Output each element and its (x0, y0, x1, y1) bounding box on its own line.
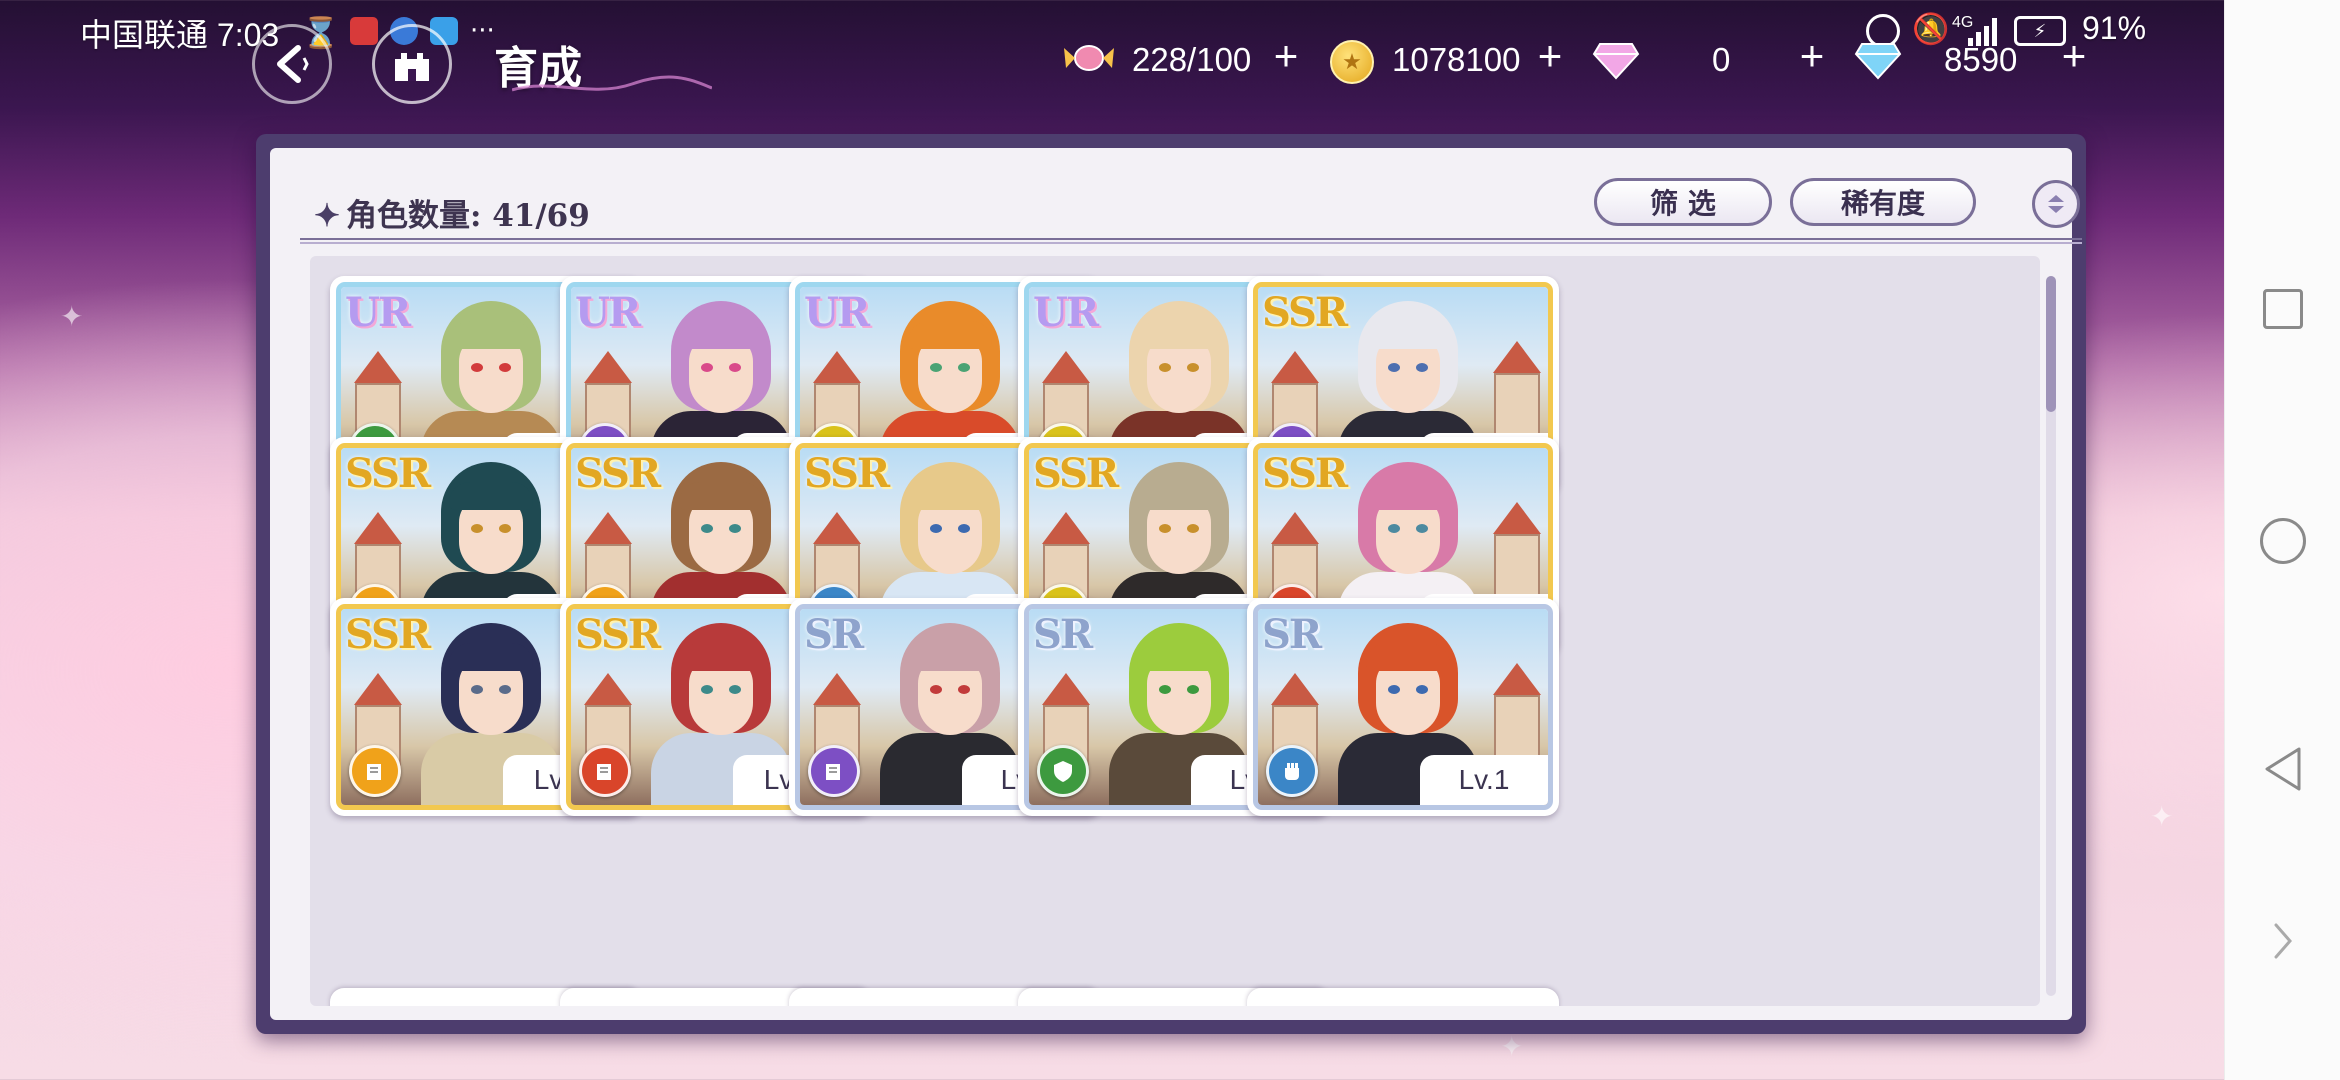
rarity-badge: SR (1033, 611, 1093, 658)
back-nav-button[interactable] (2225, 734, 2340, 804)
blue-gem-icon (1854, 40, 1902, 84)
castle-icon (395, 53, 429, 81)
rarity-badge: SSR (1033, 450, 1119, 497)
coin-icon: ★ (1330, 40, 1374, 84)
panel-inner: ✦角色数量: 41/69 筛 选 稀有度 URLv.50URLv.50URLv.… (270, 148, 2082, 1020)
home-nav-button[interactable] (2225, 506, 2340, 576)
character-grid: URLv.50URLv.50URLv.45URLv.50SSRLv.20SSRL… (310, 256, 2040, 1006)
rarity-badge: UR (1033, 289, 1099, 336)
rarity-sort-button[interactable]: 稀有度 (1790, 178, 1976, 226)
book-icon (349, 745, 401, 797)
expand-nav-button[interactable] (2225, 906, 2340, 976)
fist-icon (1266, 745, 1318, 797)
coin-count: 1078100 (1392, 41, 1521, 78)
top-bar: 育成 228/100 + ★ 1078100 + 0 + 8590 + (0, 0, 2224, 130)
square-icon (2263, 289, 2303, 329)
rarity-badge: UR (804, 289, 870, 336)
rarity-badge: SSR (575, 611, 661, 658)
add-candy-button[interactable]: + (1264, 34, 1308, 78)
scrollbar-thumb[interactable] (2046, 276, 2056, 412)
character-card-partial[interactable] (1247, 988, 1559, 1006)
sparkle-icon: ✦ (60, 300, 84, 333)
header-divider (300, 238, 2082, 244)
character-count-row: ✦ 角色数量: 41/69 (314, 190, 590, 235)
filter-button[interactable]: 筛 选 (1594, 178, 1772, 226)
character-card[interactable]: SR Lv.1 (1247, 598, 1559, 816)
back-button[interactable] (252, 24, 332, 104)
rarity-badge: UR (345, 289, 411, 336)
candy-count: 228/100 (1132, 41, 1252, 78)
add-coin-button[interactable]: + (1528, 34, 1572, 78)
add-blue-gem-button[interactable]: + (2052, 34, 2096, 78)
back-arrow-icon (277, 45, 309, 83)
blue-gem-count: 8590 (1944, 41, 2018, 78)
rarity-badge: UR (575, 289, 641, 336)
rarity-badge: SSR (345, 450, 431, 497)
candy-icon (1062, 36, 1116, 80)
book-icon (808, 745, 860, 797)
pink-gem-count: 0 (1712, 41, 1731, 78)
chevron-right-icon (2274, 923, 2292, 959)
character-count: 角色数量: 41/69 (345, 198, 590, 234)
sparkle-icon: ✦ (1500, 1030, 1524, 1063)
rarity-badge: SSR (1262, 450, 1348, 497)
rarity-badge: SSR (1262, 289, 1348, 336)
rarity-badge: SSR (575, 450, 661, 497)
rarity-badge: SR (804, 611, 864, 658)
level-label: Lv.1 (1420, 755, 1548, 805)
recent-apps-button[interactable] (2225, 274, 2340, 344)
triangle-back-icon (2265, 747, 2301, 791)
book-icon (579, 745, 631, 797)
sort-order-icon (2048, 195, 2064, 213)
character-panel: ✦角色数量: 41/69 筛 选 稀有度 URLv.50URLv.50URLv.… (256, 134, 2086, 1034)
add-pink-gem-button[interactable]: + (1790, 34, 1834, 78)
pink-gem-icon (1592, 40, 1640, 84)
system-nav-bar (2224, 0, 2340, 1080)
rarity-badge: SR (1262, 611, 1322, 658)
rarity-badge: SSR (345, 611, 431, 658)
character-portrait: SR Lv.1 (1253, 604, 1553, 810)
title-flourish (512, 75, 712, 92)
shield-icon (1037, 745, 1089, 797)
circle-icon (2260, 518, 2306, 564)
rarity-badge: SSR (804, 450, 890, 497)
star-icon: ✦ (314, 198, 340, 234)
sort-order-button[interactable] (2032, 180, 2080, 228)
home-button[interactable] (372, 24, 452, 104)
sparkle-icon: ✦ (2150, 800, 2174, 833)
